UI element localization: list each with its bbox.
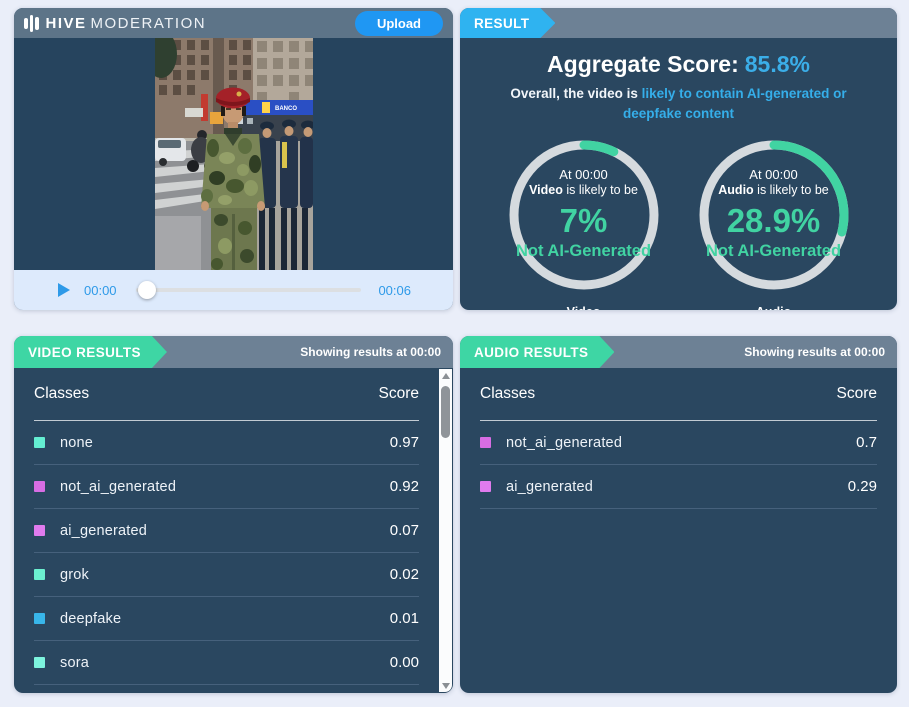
scroll-down-arrow-icon[interactable] [439, 678, 452, 692]
class-label: not_ai_generated [60, 479, 176, 495]
audio-gauge-block: At 00:00 Audio is likely to be 28.9% Not… [694, 135, 854, 311]
video-player-panel: HIVEMODERATION Upload [14, 8, 453, 310]
play-button[interactable] [58, 283, 70, 297]
audio-gauge: At 00:00 Audio is likely to be 28.9% Not… [694, 135, 854, 295]
scroll-up-arrow-icon[interactable] [439, 369, 452, 383]
table-row: sora 0.00 [34, 641, 419, 685]
class-score: 0.7 [856, 434, 877, 451]
brand-moderation: MODERATION [91, 15, 207, 32]
table-row: none 0.97 [34, 421, 419, 465]
result-header-bar: RESULT [460, 8, 897, 38]
class-score: 0.01 [390, 610, 419, 627]
table-row: not_ai_generated 0.7 [480, 421, 877, 465]
result-tag: RESULT [460, 8, 555, 38]
seek-bar[interactable] [136, 281, 361, 299]
gauge-likely-line: Video is likely to be [529, 183, 638, 199]
table-scrollbar[interactable] [439, 369, 452, 692]
upload-button[interactable]: Upload [355, 11, 443, 36]
class-score: 0.29 [848, 478, 877, 495]
aggregate-score-label: Aggregate Score: [547, 51, 739, 77]
duration-time: 00:06 [375, 283, 411, 298]
class-color-swatch [34, 657, 45, 668]
result-body: Aggregate Score:85.8% Overall, the video… [460, 38, 897, 310]
table-row: ai_generated 0.29 [480, 465, 877, 509]
class-color-swatch [34, 437, 45, 448]
class-label: ai_generated [60, 523, 147, 539]
score-column-header: Score [837, 385, 878, 403]
video-gauge-block: At 00:00 Video is likely to be 7% Not AI… [504, 135, 664, 311]
class-color-swatch [34, 569, 45, 580]
gauge-at-time: At 00:00 [559, 167, 607, 183]
class-color-swatch [34, 481, 45, 492]
result-panel: RESULT Aggregate Score:85.8% Overall, th… [460, 8, 897, 310]
gauge-percent: 7% [560, 200, 608, 241]
video-display[interactable]: BANCO [14, 38, 453, 270]
current-time: 00:00 [84, 283, 122, 298]
gauge-verdict: Not AI-Generated [516, 241, 651, 262]
class-label: none [60, 435, 93, 451]
table-row: ai_generated 0.07 [34, 509, 419, 553]
audio-gauge-caption: Audio [694, 305, 854, 311]
table-header-row: Classes Score [34, 368, 419, 421]
bank-banner-text: BANCO [275, 106, 297, 112]
gauge-verdict: Not AI-Generated [706, 241, 841, 262]
table-header-row: Classes Score [480, 368, 877, 421]
table-row: grok 0.02 [34, 553, 419, 597]
score-column-header: Score [379, 385, 420, 403]
class-color-swatch [480, 437, 491, 448]
result-summary: Overall, the video is likely to contain … [486, 84, 871, 125]
class-label: deepfake [60, 611, 121, 627]
classes-column-header: Classes [480, 385, 535, 403]
scrollbar-thumb[interactable] [441, 386, 450, 438]
showing-results-label: Showing results at 00:00 [300, 345, 441, 359]
brand-hive: HIVE [46, 15, 87, 32]
aggregate-score-line: Aggregate Score:85.8% [460, 51, 897, 78]
hive-logo-icon [24, 14, 39, 32]
class-color-swatch [34, 613, 45, 624]
classes-column-header: Classes [34, 385, 89, 403]
table-row: not_ai_generated 0.92 [34, 465, 419, 509]
seek-track[interactable] [136, 288, 361, 292]
table-row: deepfake 0.01 [34, 597, 419, 641]
audio-results-tag: AUDIO RESULTS [460, 336, 614, 368]
class-color-swatch [34, 525, 45, 536]
class-label: sora [60, 655, 89, 671]
video-gauge-caption: Video [504, 305, 664, 311]
gauge-percent: 28.9% [727, 200, 821, 241]
class-score: 0.97 [390, 434, 419, 451]
class-color-swatch [480, 481, 491, 492]
app-header: HIVEMODERATION Upload [14, 8, 453, 38]
class-label: ai_generated [506, 479, 593, 495]
class-score: 0.00 [390, 654, 419, 671]
audio-results-table: Classes Score not_ai_generated 0.7 ai_gene… [460, 368, 897, 509]
summary-prefix: Overall, the video is [510, 86, 641, 101]
video-results-tag: VIDEO RESULTS [14, 336, 167, 368]
audio-results-header-bar: AUDIO RESULTS Showing results at 00:00 [460, 336, 897, 368]
showing-results-label: Showing results at 00:00 [744, 345, 885, 359]
brand-text: HIVEMODERATION [46, 15, 207, 32]
gauge-likely-line: Audio is likely to be [718, 183, 828, 199]
class-score: 0.92 [390, 478, 419, 495]
video-gauge: At 00:00 Video is likely to be 7% Not AI… [504, 135, 664, 295]
audio-results-panel: AUDIO RESULTS Showing results at 00:00 C… [460, 336, 897, 693]
video-frame-image: BANCO [155, 38, 313, 270]
player-controls: 00:00 00:06 [14, 270, 453, 310]
video-results-header-bar: VIDEO RESULTS Showing results at 00:00 [14, 336, 453, 368]
video-results-table: Classes Score none 0.97 not_ai_generated 0.… [14, 368, 453, 685]
class-score: 0.07 [390, 522, 419, 539]
gauge-at-time: At 00:00 [749, 167, 797, 183]
class-label: not_ai_generated [506, 435, 622, 451]
class-score: 0.02 [390, 566, 419, 583]
class-label: grok [60, 567, 89, 583]
seek-thumb[interactable] [138, 281, 156, 299]
brand: HIVEMODERATION [24, 14, 206, 32]
aggregate-score-value: 85.8% [745, 51, 810, 77]
summary-highlight: likely to contain AI-generated or deepfa… [623, 86, 847, 121]
video-results-panel: VIDEO RESULTS Showing results at 00:00 C… [14, 336, 453, 693]
